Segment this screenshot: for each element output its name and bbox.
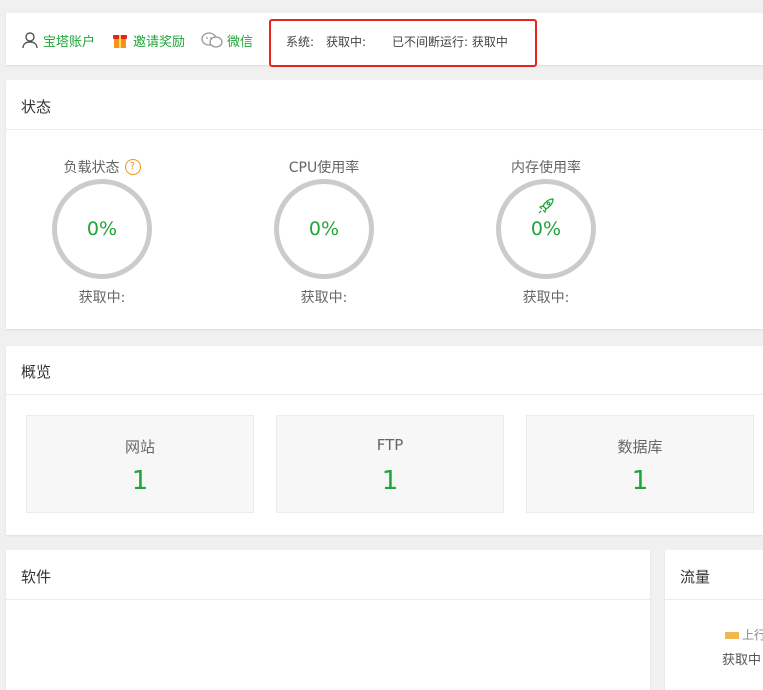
system-info-box: 系统: 获取中: 已不间断运行: 获取中 [269, 19, 537, 67]
software-panel: 软件 [6, 550, 650, 690]
cpu-value: 0% [308, 218, 340, 240]
overview-title: 概览 [21, 363, 52, 381]
rocket-icon[interactable] [537, 197, 555, 215]
overview-divider [6, 394, 763, 395]
memory-ring: 0% [496, 179, 596, 279]
memory-value: 0% [530, 218, 562, 240]
website-card-label: 网站 [124, 438, 155, 456]
load-ring: 0% [52, 179, 152, 279]
database-card-value[interactable]: 1 [527, 466, 753, 496]
load-sub: 获取中: [78, 290, 126, 306]
invite-link[interactable]: 邀请奖励 [111, 31, 186, 50]
status-title: 状态 [21, 98, 52, 116]
wechat-icon [201, 31, 223, 49]
account-link[interactable]: 宝塔账户 [21, 31, 96, 50]
load-label-text: 负载状态 [63, 160, 120, 176]
traffic-status: 获取中 [722, 653, 762, 668]
load-gauge[interactable]: 负载状态 ? 0% 获取中: [32, 157, 172, 307]
overview-panel: 概览 网站 1 FTP 1 数据库 1 [6, 346, 763, 535]
cpu-gauge[interactable]: CPU使用率 0% 获取中: [254, 157, 394, 307]
software-title: 软件 [21, 568, 52, 586]
cpu-ring: 0% [274, 179, 374, 279]
user-icon [21, 31, 39, 49]
ftp-card-value[interactable]: 1 [277, 466, 503, 496]
database-card[interactable]: 数据库 1 [526, 415, 754, 513]
top-bar: 宝塔账户 邀请奖励 微信 系统: 获取中: 已不间断运行: 获取中 [6, 13, 763, 67]
legend-swatch [725, 632, 739, 639]
cpu-gauge-label: CPU使用率 [288, 160, 360, 176]
wechat-link[interactable]: 微信 [201, 31, 254, 50]
traffic-legend-up-label: 上行 [742, 628, 763, 642]
status-divider [6, 129, 763, 130]
traffic-panel: 流量 上行 获取中 [665, 550, 763, 690]
system-value: 获取中: [326, 35, 367, 49]
wechat-label: 微信 [227, 34, 254, 50]
traffic-divider [665, 599, 763, 600]
ftp-card-label: FTP [376, 436, 404, 454]
software-divider [6, 599, 650, 600]
database-card-label: 数据库 [617, 438, 663, 456]
system-label: 系统: [286, 35, 315, 49]
load-gauge-label: 负载状态 ? [32, 157, 172, 177]
memory-gauge-label: 内存使用率 [511, 160, 581, 176]
memory-gauge[interactable]: 内存使用率 0% 获取中: [476, 157, 616, 307]
invite-label: 邀请奖励 [133, 34, 186, 50]
memory-sub: 获取中: [522, 290, 570, 306]
help-icon[interactable]: ? [124, 159, 141, 175]
ftp-card[interactable]: FTP 1 [276, 415, 504, 513]
load-value: 0% [86, 218, 118, 240]
cpu-sub: 获取中: [300, 290, 348, 306]
website-card-value[interactable]: 1 [27, 466, 253, 496]
gift-icon [111, 31, 129, 49]
status-panel: 状态 负载状态 ? 0% 获取中: CPU使用率 0% 获取中: 内存使用率 0… [6, 80, 763, 329]
website-card[interactable]: 网站 1 [26, 415, 254, 513]
account-label: 宝塔账户 [43, 34, 96, 50]
uptime-label: 已不间断运行: 获取中 [392, 35, 508, 49]
traffic-title: 流量 [680, 568, 711, 586]
traffic-legend-up[interactable]: 上行 [725, 626, 763, 643]
